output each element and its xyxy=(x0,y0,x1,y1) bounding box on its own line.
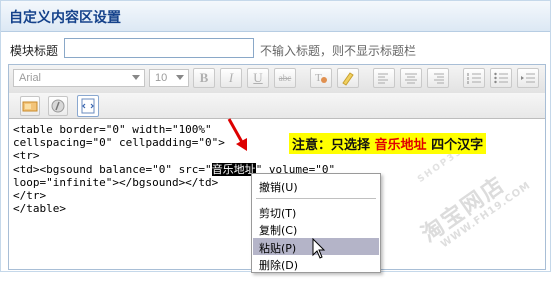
editor-toolbar-formatting: Arial 10 B I U abc T xyxy=(9,65,545,94)
menu-item-cut[interactable]: 剪切(T) xyxy=(253,203,379,220)
align-left-icon xyxy=(378,73,388,84)
font-size-value: 10 xyxy=(155,72,168,84)
menu-item-undo[interactable]: 撤销(U) xyxy=(253,177,379,194)
panel-title: 自定义内容区设置 xyxy=(9,10,121,26)
chevron-down-icon xyxy=(132,75,140,80)
indent-icon xyxy=(521,73,535,83)
code-line: </tr> xyxy=(13,189,47,203)
instruction-note: 注意：只选择 音乐地址 四个汉字 xyxy=(289,133,487,154)
strikethrough-button[interactable]: abc xyxy=(274,68,296,88)
ordered-list-icon xyxy=(467,73,481,84)
align-center-button[interactable] xyxy=(400,68,422,88)
code-line: loop="infinite"></bgsound></td> xyxy=(13,175,219,189)
chevron-down-icon xyxy=(176,75,184,80)
align-center-icon xyxy=(405,73,417,84)
font-family-value: Arial xyxy=(19,72,42,84)
text-color-icon: T xyxy=(315,72,327,84)
panel-header: 自定义内容区设置 xyxy=(0,0,551,32)
code-line: <td><bgsound balance="0" src=" xyxy=(13,162,212,176)
flash-icon xyxy=(51,99,65,113)
svg-text:T: T xyxy=(315,72,322,84)
selected-text: 音乐地址 xyxy=(211,162,256,176)
menu-separator xyxy=(256,198,376,199)
note-highlight: 音乐地址 xyxy=(374,138,427,153)
html-source-icon xyxy=(81,98,95,114)
note-suffix: 四个汉字 xyxy=(426,138,484,153)
module-title-label: 模块标题 xyxy=(10,44,59,58)
align-right-button[interactable] xyxy=(427,68,449,88)
note-prefix: 注意：只选择 xyxy=(292,138,375,153)
font-size-select[interactable]: 10 xyxy=(149,69,189,87)
code-line: <tr> xyxy=(13,149,40,163)
menu-item-copy[interactable]: 复制(C) xyxy=(253,220,379,237)
ordered-list-button[interactable] xyxy=(463,68,485,88)
code-line: cellspacing="0" cellpadding="0"> xyxy=(13,136,225,150)
unordered-list-button[interactable] xyxy=(490,68,512,88)
mouse-cursor-icon xyxy=(312,238,326,259)
highlight-color-button[interactable] xyxy=(337,68,359,88)
align-left-button[interactable] xyxy=(373,68,395,88)
module-title-hint: 不输入标题，则不显示标题栏 xyxy=(260,44,417,58)
module-title-input[interactable] xyxy=(64,38,254,58)
code-line: <table border="0" width="100%" xyxy=(13,123,212,136)
highlighter-icon xyxy=(342,72,354,86)
indent-button[interactable] xyxy=(517,68,539,88)
italic-button[interactable]: I xyxy=(220,68,242,88)
text-color-button[interactable]: T xyxy=(310,68,332,88)
underline-button[interactable]: U xyxy=(247,68,269,88)
red-arrow-icon xyxy=(227,118,247,151)
font-family-select[interactable]: Arial xyxy=(13,69,145,87)
code-line: </table> xyxy=(13,202,66,216)
insert-flash-button[interactable] xyxy=(48,96,68,116)
insert-image-button[interactable] xyxy=(20,96,40,116)
image-icon xyxy=(22,101,38,112)
unordered-list-icon xyxy=(494,72,508,84)
align-right-icon xyxy=(434,73,444,84)
bold-button[interactable]: B xyxy=(193,68,215,88)
html-source-button[interactable] xyxy=(77,95,99,117)
